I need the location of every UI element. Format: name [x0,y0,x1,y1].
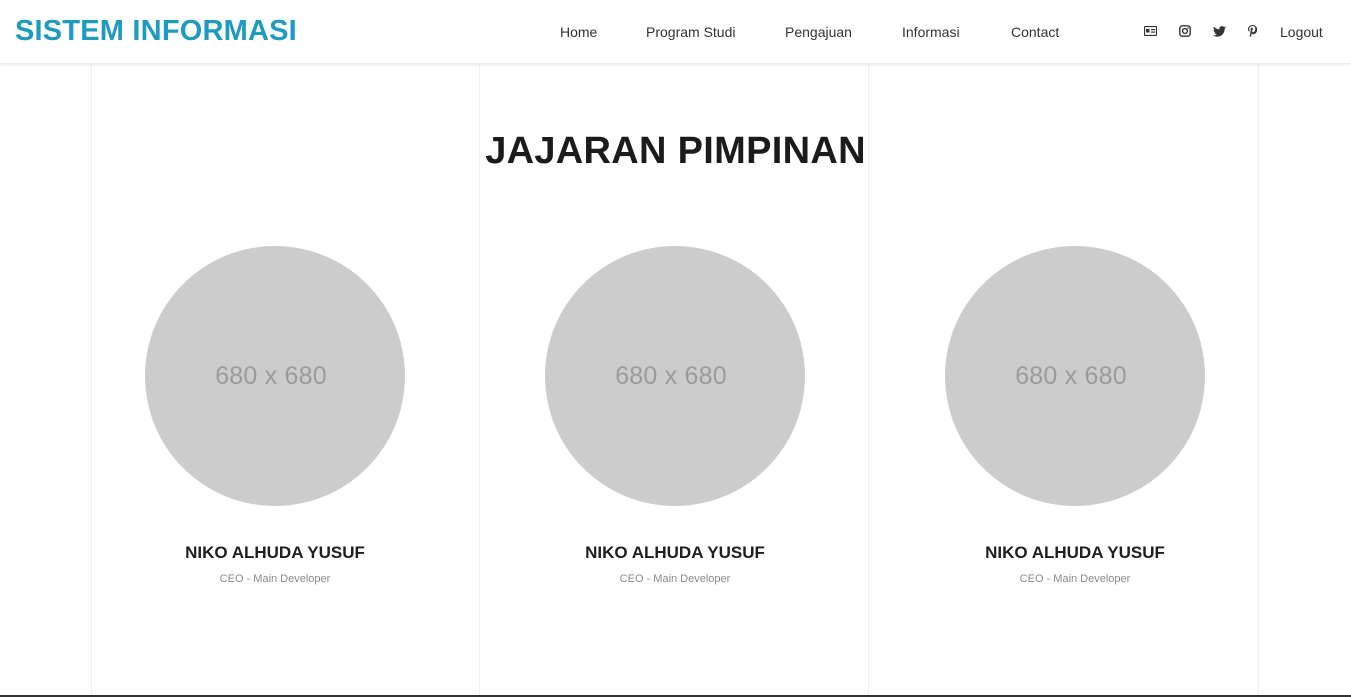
member-name: NIKO ALHUDA YUSUF [185,543,365,562]
member-role: CEO - Main Developer [1019,573,1131,585]
nav-item-contact[interactable]: Contact [1011,21,1059,43]
logout-link[interactable]: Logout [1280,21,1323,43]
nav-item-informasi[interactable]: Informasi [902,21,960,43]
member-card: 680 x 680 NIKO ALHUDA YUSUF CEO - Main D… [125,246,425,606]
member-photo-placeholder: 680 x 680 [545,246,805,506]
member-photo-placeholder: 680 x 680 [945,246,1205,506]
placeholder-size-label: 680 x 680 [1015,361,1127,390]
section-title: JAJARAN PIMPINAN [485,130,866,172]
nav-item-pengajuan[interactable]: Pengajuan [785,21,852,43]
page: SISTEM INFORMASI Home Program Studi Peng… [0,0,1351,697]
top-navbar: SISTEM INFORMASI Home Program Studi Peng… [0,0,1351,64]
nav-item-home[interactable]: Home [560,21,597,43]
member-card: 680 x 680 NIKO ALHUDA YUSUF CEO - Main D… [925,246,1225,606]
placeholder-size-label: 680 x 680 [215,361,327,390]
member-name: NIKO ALHUDA YUSUF [985,543,1165,562]
member-photo-placeholder: 680 x 680 [145,246,405,506]
id-card-icon[interactable] [1142,22,1158,40]
twitter-icon[interactable] [1211,22,1227,40]
member-name: NIKO ALHUDA YUSUF [585,543,765,562]
member-role: CEO - Main Developer [219,573,331,585]
instagram-icon[interactable] [1177,22,1193,40]
nav-item-program-studi[interactable]: Program Studi [646,21,735,43]
pinterest-icon[interactable] [1244,22,1260,40]
member-card: 680 x 680 NIKO ALHUDA YUSUF CEO - Main D… [525,246,825,606]
placeholder-size-label: 680 x 680 [615,361,727,390]
member-role: CEO - Main Developer [619,573,731,585]
brand-logo[interactable]: SISTEM INFORMASI [15,13,297,49]
